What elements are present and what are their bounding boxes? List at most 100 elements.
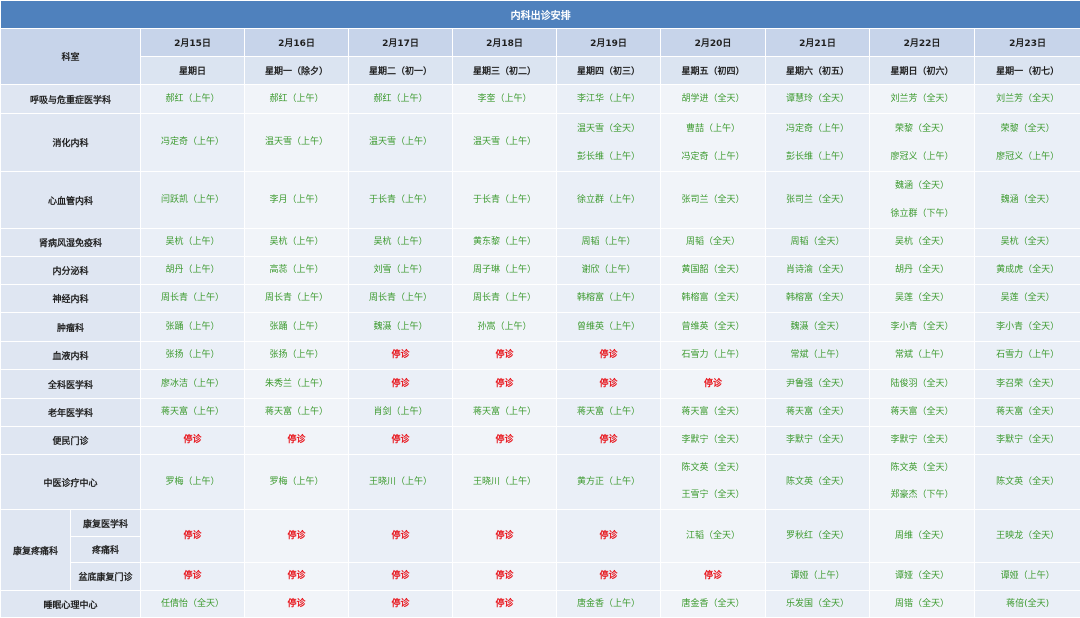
doctor-entry: 陈文英（全天）: [975, 455, 1080, 509]
dept-name: 肿瘤科: [1, 313, 141, 342]
weekday-header: 星期日（初六）: [870, 57, 975, 85]
doctor-entry: 陈文英（全天）: [870, 455, 974, 482]
doctor-entry: 闫跃凯（上午）: [141, 172, 244, 228]
doctor-entry: 陆俊羽（全天）: [870, 370, 974, 398]
date-header: 2月19日: [557, 29, 661, 57]
schedule-cell: 刘兰芳（全天）: [870, 85, 975, 114]
doctor-entry: 罗秋红（全天）: [766, 510, 869, 562]
schedule-cell: 于长青（上午）: [453, 172, 557, 229]
schedule-cell: 魏涵（全天）徐立群（下午）: [870, 172, 975, 229]
schedule-cell: 蒋天富（全天）: [766, 399, 870, 427]
stop-label: 停诊: [245, 563, 348, 590]
schedule-cell: 张踊（上午）: [245, 313, 349, 342]
doctor-entry: 蒋天富（全天）: [661, 399, 765, 426]
schedule-cell: 温天雪（上午）: [349, 114, 453, 172]
dept-name: 神经内科: [1, 285, 141, 313]
weekday-header: 星期五（初四）: [661, 57, 766, 85]
doctor-entry: 蒋天富（上午）: [557, 399, 660, 426]
schedule-cell: 蒋天富（全天）: [870, 399, 975, 427]
doctor-entry: 李召荣（全天）: [975, 370, 1080, 398]
doctor-entry: 陈文英（全天）: [766, 455, 869, 509]
doctor-entry: 任倩怡（全天）: [141, 591, 244, 617]
schedule-cell: 曹喆（上午）冯定奇（上午）: [661, 114, 766, 172]
schedule-cell: 魏滠（上午）: [349, 313, 453, 342]
schedule-cell: 孙嵩（上午）: [453, 313, 557, 342]
schedule-cell: 谭慧玲（全天）: [766, 85, 870, 114]
date-header: 2月16日: [245, 29, 349, 57]
schedule-page: 内科出诊安排 科室 2月15日2月16日2月17日2月18日2月19日2月20日…: [0, 0, 1080, 601]
schedule-cell: 曾维英（上午）: [557, 313, 661, 342]
table-row: 消化内科冯定奇（上午）温天雪（上午）温天雪（上午）温天雪（上午）温天雪（全天）彭…: [1, 114, 1080, 172]
stop-label: 停诊: [453, 510, 556, 562]
dept-header: 科室: [1, 29, 141, 85]
doctor-entry: 蒋天富（全天）: [975, 399, 1080, 426]
doctor-entry: 谭娅（上午）: [975, 563, 1080, 590]
dept-name: 老年医学科: [1, 399, 141, 427]
doctor-entry: 唐金香（全天）: [661, 591, 765, 617]
dept-name: 全科医学科: [1, 370, 141, 399]
doctor-entry: 乐发国（全天）: [766, 591, 869, 617]
schedule-cell: 韩榕富（全天）: [661, 285, 766, 313]
doctor-entry: 蒋倍(全天): [975, 591, 1080, 617]
schedule-cell: 罗梅（上午）: [245, 455, 349, 510]
schedule-cell: 周子琳（上午）: [453, 257, 557, 285]
doctor-entry: 蒋天富（上午）: [245, 399, 348, 426]
schedule-cell: 黄成虎（全天）: [975, 257, 1080, 285]
schedule-cell: 魏涵（全天）: [975, 172, 1080, 229]
schedule-cell: 停诊: [661, 563, 766, 591]
stop-label: 停诊: [453, 370, 556, 398]
doctor-entry: 廖冠义（上午）: [975, 143, 1080, 171]
schedule-cell: 周韬（全天）: [766, 229, 870, 257]
schedule-cell: 停诊: [245, 591, 349, 618]
doctor-entry: 郑豪杰（下午）: [870, 482, 974, 509]
doctor-entry: 曹喆（上午）: [661, 115, 765, 143]
doctor-entry: 黄成虎（全天）: [975, 257, 1080, 284]
schedule-cell: 石雪力（上午）: [661, 342, 766, 370]
doctor-entry: 蒋天富（全天）: [766, 399, 869, 426]
schedule-cell: 尹鲁强（全天）: [766, 370, 870, 399]
doctor-entry: 张踊（上午）: [245, 313, 348, 341]
schedule-cell: 停诊: [245, 563, 349, 591]
schedule-cell: 罗秋红（全天）: [766, 510, 870, 563]
group-name: 康复疼痛科: [1, 510, 71, 591]
schedule-cell: 李召荣（全天）: [975, 370, 1080, 399]
schedule-cell: 温天雪（上午）: [245, 114, 349, 172]
schedule-cell: 冯定奇（上午）: [141, 114, 245, 172]
schedule-cell: 周长青（上午）: [141, 285, 245, 313]
schedule-cell: 廖冰洁（上午）: [141, 370, 245, 399]
schedule-table: 内科出诊安排 科室 2月15日2月16日2月17日2月18日2月19日2月20日…: [0, 0, 1080, 618]
sub-dept-name: 疼痛科: [71, 537, 141, 563]
schedule-cell: 停诊: [141, 563, 245, 591]
schedule-cell: 陈文英（全天）王雪宁（全天）: [661, 455, 766, 510]
schedule-cell: 高蕊（上午）: [245, 257, 349, 285]
schedule-cell: 吴莲（全天）: [975, 285, 1080, 313]
table-row: 老年医学科蒋天富（上午）蒋天富（上午）肖剑（上午）蒋天富（上午）蒋天富（上午）蒋…: [1, 399, 1080, 427]
doctor-entry: 张司兰（全天）: [766, 172, 869, 228]
schedule-cell: 停诊: [557, 370, 661, 399]
table-title: 内科出诊安排: [1, 1, 1080, 29]
doctor-entry: 陈文英（全天）: [661, 455, 765, 482]
doctor-entry: 刘兰芳（全天）: [870, 85, 974, 113]
schedule-cell: 陈文英（全天）: [975, 455, 1080, 510]
doctor-entry: 张扬（上午）: [245, 342, 348, 369]
doctor-entry: 唐金香（上午）: [557, 591, 660, 617]
schedule-cell: 荣黎（全天）廖冠义（上午）: [975, 114, 1080, 172]
schedule-cell: 周维（全天）: [870, 510, 975, 563]
doctor-entry: 李江华（上午）: [557, 85, 660, 113]
table-row: 神经内科周长青（上午）周长青（上午）周长青（上午）周长青（上午）韩榕富（上午）韩…: [1, 285, 1080, 313]
schedule-cell: 陆俊羽（全天）: [870, 370, 975, 399]
doctor-entry: 黄东黎（上午）: [453, 229, 556, 256]
doctor-entry: 温天雪（上午）: [453, 114, 556, 171]
schedule-cell: 朱秀兰（上午）: [245, 370, 349, 399]
schedule-cell: 周韬（上午）: [557, 229, 661, 257]
schedule-cell: 蒋天富（上午）: [141, 399, 245, 427]
doctor-entry: 谭娅（上午）: [766, 563, 869, 590]
doctor-entry: 李默宁（全天）: [766, 427, 869, 454]
schedule-cell: 江韬（全天）: [661, 510, 766, 563]
schedule-cell: 停诊: [245, 427, 349, 455]
schedule-cell: 周长青（上午）: [349, 285, 453, 313]
schedule-cell: 蒋天富（上午）: [245, 399, 349, 427]
doctor-entry: 罗梅（上午）: [245, 455, 348, 509]
schedule-cell: 石雪力（上午）: [975, 342, 1080, 370]
stop-label: 停诊: [453, 342, 556, 369]
